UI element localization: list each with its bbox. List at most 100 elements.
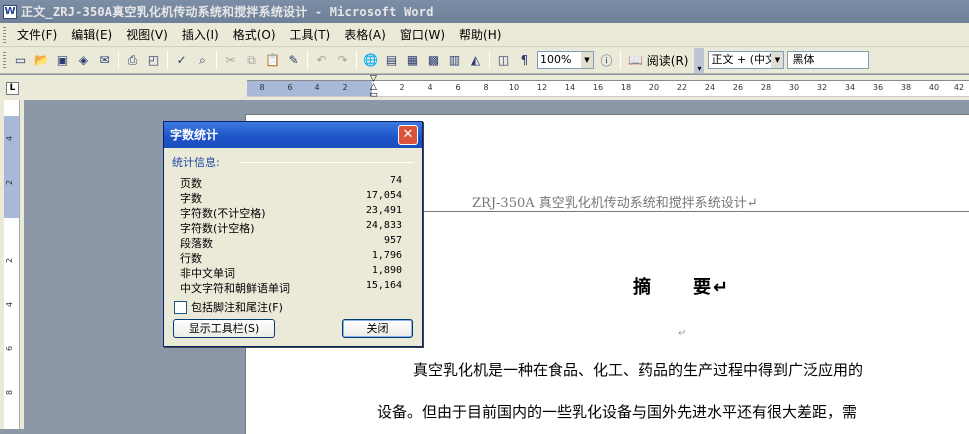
window-title: 正文_ZRJ-350A真空乳化机传动系统和搅拌系统设计 - Microsoft … <box>21 5 434 19</box>
stat-row: 页数 74 <box>180 175 402 190</box>
stat-label: 页数 <box>180 177 202 190</box>
group-divider <box>239 162 414 163</box>
format-painter-icon[interactable]: ✎ <box>283 50 304 71</box>
stat-value: 15,164 <box>365 280 402 291</box>
save-icon[interactable]: ▣ <box>52 50 73 71</box>
copy-icon[interactable]: ⧉ <box>241 50 262 71</box>
zoom-select[interactable]: 100% ▼ <box>537 51 594 69</box>
menu-window[interactable]: 窗口(W) <box>393 26 452 43</box>
stat-label: 段落数 <box>180 237 213 250</box>
close-icon[interactable]: ✕ <box>398 125 418 145</box>
stat-label: 行数 <box>180 252 202 265</box>
ruler-tick: 20 <box>648 83 660 92</box>
ruler-tick: 28 <box>760 83 772 92</box>
document-map-icon[interactable]: ◫ <box>493 50 514 71</box>
font-select[interactable]: 黑体 <box>787 51 870 69</box>
indent-marker[interactable]: ▽ △ ▭ <box>368 75 379 100</box>
print-icon[interactable]: ⎙ <box>122 50 143 71</box>
stat-row: 非中文单词 1,890 <box>180 265 402 280</box>
stat-label: 字符数(不计空格) <box>180 207 266 220</box>
ruler-tick: 34 <box>844 83 856 92</box>
ruler-tick: 18 <box>620 83 632 92</box>
ruler-tick: 14 <box>564 83 576 92</box>
menu-grip[interactable] <box>3 26 6 43</box>
redo-icon[interactable]: ↷ <box>332 50 353 71</box>
toolbar-separator <box>118 51 119 69</box>
checkbox-box[interactable] <box>174 300 187 314</box>
stat-value: 17,054 <box>365 190 402 201</box>
stat-label: 中文字符和朝鲜语单词 <box>180 282 290 295</box>
undo-icon[interactable]: ↶ <box>311 50 332 71</box>
read-button[interactable]: 📖 阅读(R) <box>624 52 692 69</box>
toolbar-grip[interactable] <box>3 52 6 68</box>
menu-edit[interactable]: 编辑(E) <box>64 26 119 43</box>
ruler-left-margin <box>247 81 372 96</box>
style-value: 正文 + (中文 <box>711 53 776 66</box>
stat-value: 23,491 <box>365 205 402 216</box>
new-document-icon[interactable]: ▭ <box>10 50 31 71</box>
left-strip <box>20 100 24 429</box>
statistics-group-label: 统计信息: <box>172 156 220 169</box>
menu-bar: 文件(F) 编辑(E) 视图(V) 插入(I) 格式(O) 工具(T) 表格(A… <box>0 23 969 47</box>
ruler-tick: 2 <box>5 179 15 186</box>
menu-format[interactable]: 格式(O) <box>226 26 283 43</box>
ruler-tick: 4 <box>427 83 433 92</box>
columns-icon[interactable]: ▥ <box>444 50 465 71</box>
show-hide-icon[interactable]: ¶ <box>514 50 535 71</box>
chevron-down-icon[interactable]: ▼ <box>581 52 593 68</box>
close-button[interactable]: 关闭 <box>342 319 413 338</box>
toolbar-separator <box>620 51 621 69</box>
header-rule <box>421 211 969 212</box>
stat-label: 字数 <box>180 192 202 205</box>
read-label: 阅读(R) <box>646 53 689 68</box>
spelling-icon[interactable]: ✓ <box>171 50 192 71</box>
menu-view[interactable]: 视图(V) <box>119 26 175 43</box>
paste-icon[interactable]: 📋 <box>262 50 283 71</box>
cut-icon[interactable]: ✂ <box>220 50 241 71</box>
insert-table-icon[interactable]: ▦ <box>402 50 423 71</box>
toolbar-options-icon[interactable]: ▾ <box>694 47 705 73</box>
word-app-icon[interactable]: W <box>3 4 17 19</box>
stat-row: 段落数 957 <box>180 235 402 250</box>
research-icon[interactable]: ⌕ <box>192 50 213 71</box>
vertical-ruler[interactable]: 4 2 2 4 6 8 <box>4 100 20 429</box>
ruler-tick: 40 <box>928 83 940 92</box>
standard-toolbar: ▭ 📂 ▣ ◈ ✉ ⎙ ◰ ✓ ⌕ ✂ ⧉ 📋 ✎ ↶ ↷ 🌐 ▤ ▦ ▩ ▥ … <box>0 47 969 74</box>
toolbar-separator <box>489 51 490 69</box>
chevron-down-icon[interactable]: ▼ <box>771 52 784 68</box>
show-toolbar-button[interactable]: 显示工具栏(S) <box>173 319 275 338</box>
insert-excel-icon[interactable]: ▩ <box>423 50 444 71</box>
stat-row: 行数 1,796 <box>180 250 402 265</box>
ruler-tick: 24 <box>704 83 716 92</box>
menu-file[interactable]: 文件(F) <box>10 26 64 43</box>
dialog-title[interactable]: 字数统计 <box>164 122 422 148</box>
menu-insert[interactable]: 插入(I) <box>175 26 226 43</box>
drawing-icon[interactable]: ◭ <box>465 50 486 71</box>
ruler-tick: 4 <box>5 135 15 142</box>
paragraph-mark: ↵ <box>678 328 687 339</box>
email-icon[interactable]: ✉ <box>94 50 115 71</box>
horizontal-ruler[interactable]: 8 6 4 2 2 4 6 8 10 12 14 16 18 20 22 24 … <box>247 80 969 97</box>
ruler-tick: 4 <box>314 83 320 92</box>
ruler-tick: 36 <box>872 83 884 92</box>
style-select[interactable]: 正文 + (中文 ▼ <box>708 51 785 69</box>
help-icon[interactable]: ⓘ <box>596 50 617 71</box>
ruler-tick: 8 <box>483 83 489 92</box>
book-icon: 📖 <box>628 53 643 67</box>
hyperlink-icon[interactable]: 🌐 <box>360 50 381 71</box>
menu-tools[interactable]: 工具(T) <box>283 26 338 43</box>
tables-borders-icon[interactable]: ▤ <box>381 50 402 71</box>
menu-table[interactable]: 表格(A) <box>337 26 393 43</box>
open-folder-icon[interactable]: 📂 <box>31 50 52 71</box>
tab-selector[interactable]: L <box>6 82 19 95</box>
stat-value: 957 <box>383 235 402 246</box>
menu-help[interactable]: 帮助(H) <box>452 26 508 43</box>
ruler-tick: 26 <box>732 83 744 92</box>
toolbar-separator <box>307 51 308 69</box>
stat-value: 74 <box>389 175 402 186</box>
permission-icon[interactable]: ◈ <box>73 50 94 71</box>
ruler-tick: 42 <box>953 83 965 92</box>
include-footnotes-checkbox[interactable]: 包括脚注和尾注(F) <box>174 299 283 315</box>
stat-value: 1,890 <box>371 265 402 276</box>
print-preview-icon[interactable]: ◰ <box>143 50 164 71</box>
